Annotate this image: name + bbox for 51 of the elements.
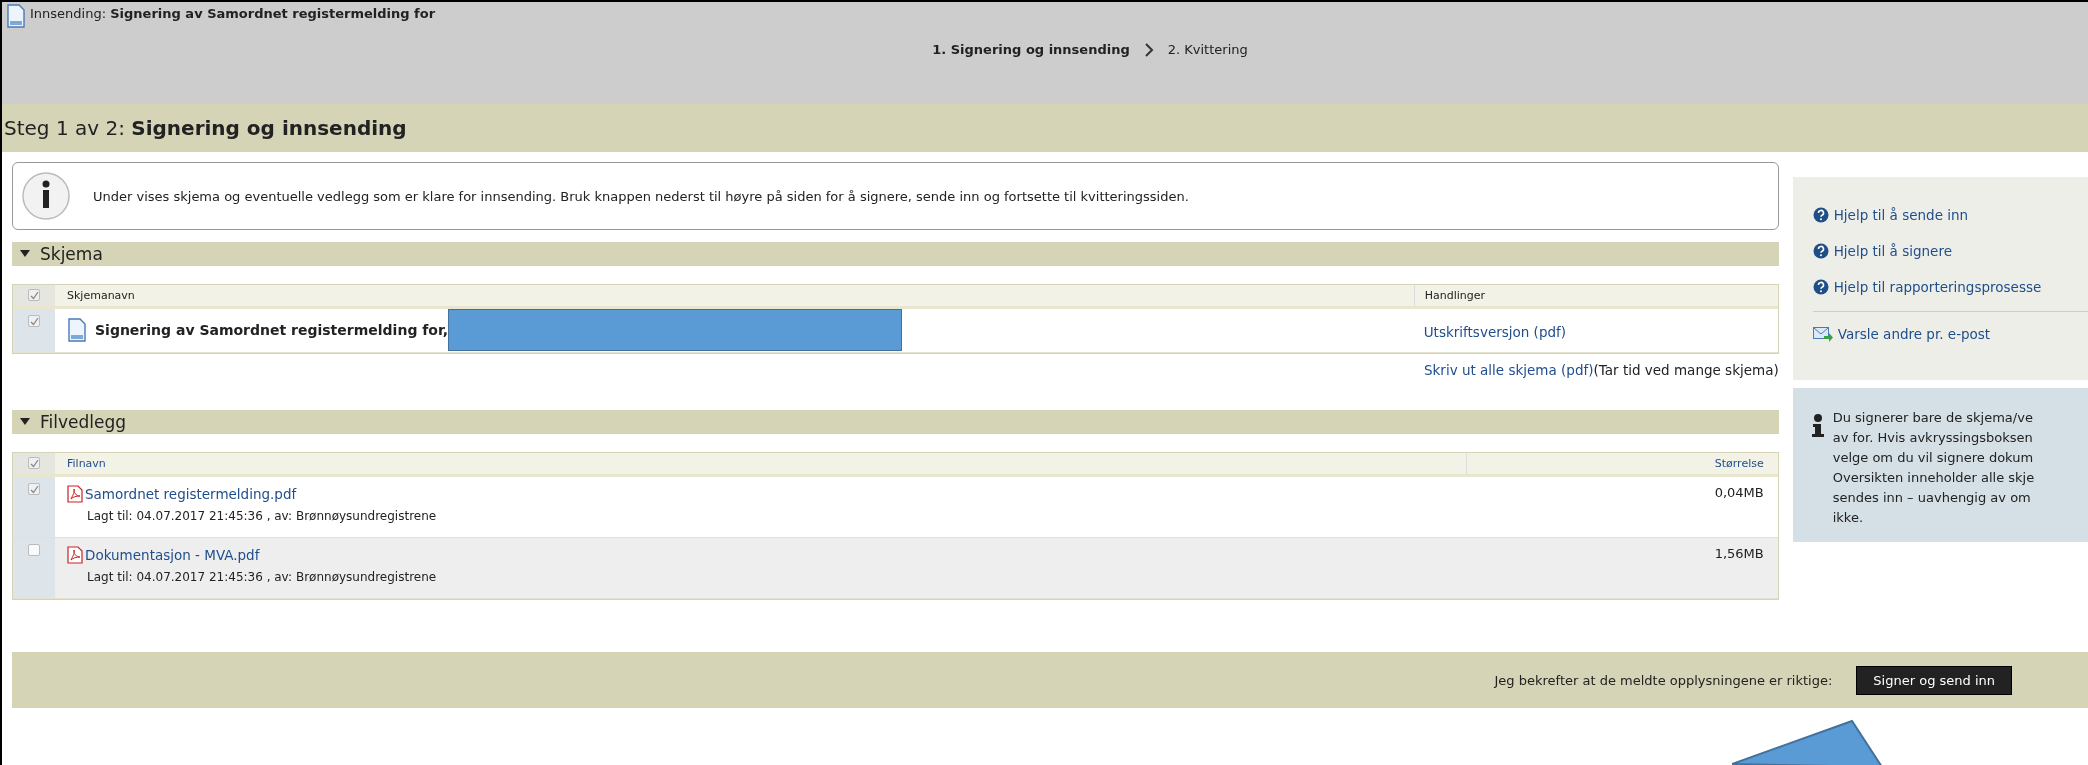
note-text: sendes inn – uavhengig av om xyxy=(1832,489,2032,507)
notify-link[interactable]: Varsle andre pr. e-post xyxy=(1837,326,1991,342)
pdf-icon xyxy=(67,485,83,503)
submission-title: Innsending: Signering av Samordnet registermelding for xyxy=(30,5,436,21)
file-meta: Lagt til: 04.07.2017 21:45:36 , av: Brønnøysundregistrene xyxy=(87,570,437,584)
note-text: Du signerer bare de skjema/ve xyxy=(1832,409,2034,427)
checkbox[interactable] xyxy=(28,457,40,469)
form-name: Signering av Samordnet registermelding for, xyxy=(95,321,449,338)
file-meta: Lagt til: 04.07.2017 21:45:36 , av: Brønnøysundregistrene xyxy=(87,509,437,523)
chevron-icon xyxy=(1143,42,1154,57)
section-title: Skjema xyxy=(40,244,103,264)
note-text: ikke. xyxy=(1832,509,1865,527)
section-header[interactable]: Filvedlegg xyxy=(12,410,1779,434)
submit-button[interactable]: Signer og send inn xyxy=(1856,665,2012,695)
help-icon xyxy=(1812,279,1829,295)
info-icon xyxy=(21,171,71,221)
file-size: 1,56MB xyxy=(1714,546,1764,563)
step-label: 1. Signering og innsending xyxy=(932,42,1130,57)
column-header: Størrelse xyxy=(1465,453,1778,474)
print-all-link[interactable]: Skriv ut alle skjema (pdf) xyxy=(1424,362,1594,378)
help-link[interactable]: Hjelp til rapporteringsprosesse xyxy=(1833,279,2042,295)
help-icon xyxy=(1812,207,1829,223)
document-icon xyxy=(67,317,87,342)
file-link[interactable]: Dokumentasjon - MVA.pdf xyxy=(85,547,260,563)
file-link[interactable]: Samordnet registermelding.pdf xyxy=(85,486,297,502)
step-label: 2. Kvittering xyxy=(1167,42,1248,57)
column-header: Handlinger xyxy=(1413,285,1778,306)
document-icon xyxy=(6,4,26,28)
confirm-text: Jeg bekrefter at de meldte opplysningene er riktige: xyxy=(1494,672,1833,688)
column-header: Skjemanavn xyxy=(66,288,136,304)
note-text: velge om du vil signere dokum xyxy=(1832,449,2035,467)
info-text: Under vises skjema og eventuelle vedlegg som er klare for innsending. Bruk knappen nederst til høyre på siden for å signere, sende inn og fortsette til kvitteringssiden. xyxy=(93,188,1189,204)
checkbox[interactable] xyxy=(28,315,40,327)
help-icon xyxy=(1812,243,1829,259)
section-title: Filvedlegg xyxy=(40,412,127,432)
section-header[interactable]: Skjema xyxy=(12,242,1779,266)
page-title: Steg 1 av 2: Signering og innsending xyxy=(3,116,407,140)
pdf-icon xyxy=(67,546,83,564)
print-all-note: (Tar tid ved mange skjema) xyxy=(1593,362,1779,378)
info-icon xyxy=(1810,414,1825,438)
note-text: av for. Hvis avkryssingsboksen xyxy=(1832,429,2034,447)
help-link[interactable]: Hjelp til å signere xyxy=(1833,243,1952,259)
print-link[interactable]: Utskriftsversjon (pdf) xyxy=(1423,323,1567,340)
checkbox[interactable] xyxy=(28,544,40,556)
note-text: Oversikten inneholder alle skje xyxy=(1832,469,2035,487)
file-size: 0,04MB xyxy=(1714,485,1764,502)
checkbox[interactable] xyxy=(28,289,40,301)
checkbox[interactable] xyxy=(28,483,40,495)
help-link[interactable]: Hjelp til å sende inn xyxy=(1833,207,1969,223)
column-header: Filnavn xyxy=(66,456,107,472)
mail-icon xyxy=(1812,326,1833,342)
